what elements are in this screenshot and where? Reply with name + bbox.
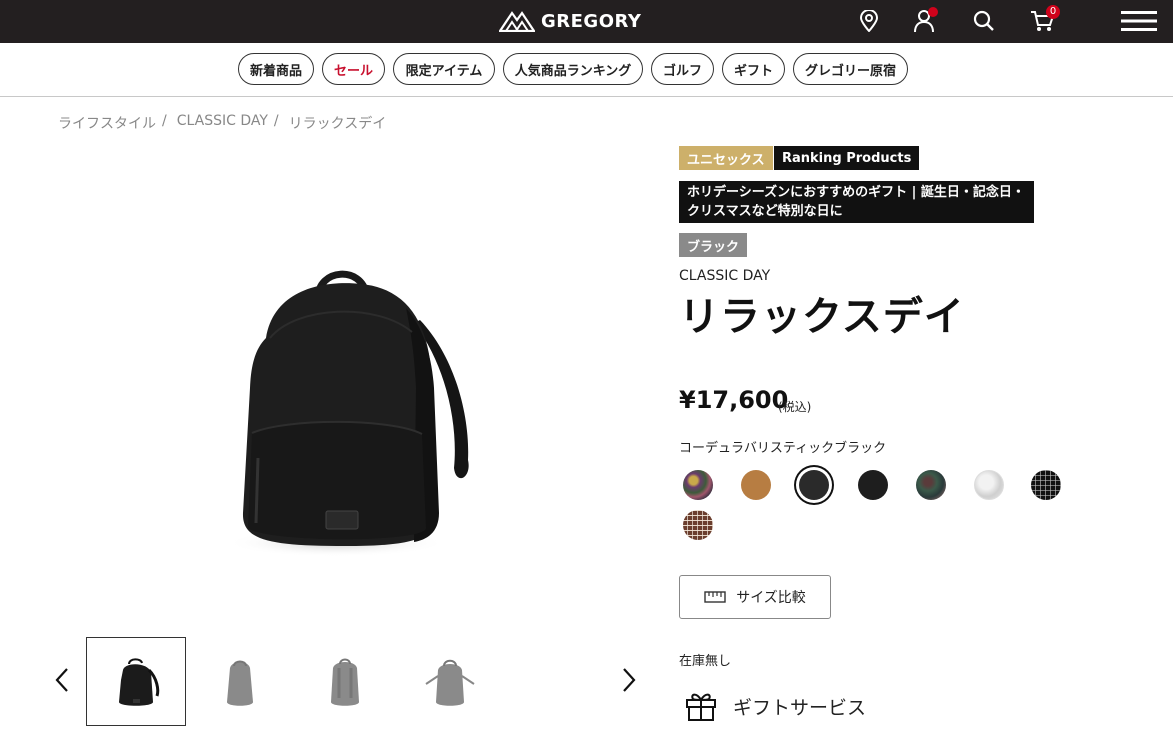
- backpack-thumbnail-angle: [425, 659, 475, 706]
- menu-button[interactable]: [1120, 5, 1158, 37]
- category-nav: 新着商品 セール 限定アイテム 人気商品ランキング ゴルフ ギフト グレゴリー原…: [0, 43, 1173, 97]
- gift-icon: [686, 693, 716, 721]
- size-compare-label: サイズ比較: [736, 590, 806, 606]
- backpack-thumbnail-back: [331, 658, 359, 706]
- category-harajuku[interactable]: グレゴリー原宿: [793, 53, 908, 85]
- site-header: GREGORY 0: [0, 0, 1173, 43]
- color-swatch-black-plaid[interactable]: [1031, 470, 1061, 500]
- category-sale[interactable]: セール: [322, 53, 385, 85]
- color-swatch-tan[interactable]: [741, 470, 771, 500]
- color-swatch-brown-plaid[interactable]: [683, 510, 713, 540]
- breadcrumb: ライフスタイル / CLASSIC DAY / リラックスデイ: [58, 113, 386, 133]
- color-swatch-light-gray[interactable]: [974, 470, 1004, 500]
- hamburger-menu-icon: [1121, 11, 1157, 31]
- color-swatch-ballistic-black[interactable]: [799, 470, 829, 500]
- thumbnail-prev-button[interactable]: [52, 664, 72, 696]
- category-ranking[interactable]: 人気商品ランキング: [503, 53, 643, 85]
- breadcrumb-separator: /: [162, 113, 167, 129]
- product-series: CLASSIC DAY: [679, 268, 771, 284]
- store-locator-button[interactable]: [853, 5, 885, 37]
- breadcrumb-lifestyle[interactable]: ライフスタイル: [58, 113, 156, 133]
- product-main-image[interactable]: [186, 228, 516, 614]
- selected-color-name: コーデュラバリスティックブラック: [679, 441, 887, 456]
- cart-button[interactable]: 0: [1026, 5, 1060, 37]
- category-limited[interactable]: 限定アイテム: [393, 53, 495, 85]
- ranking-tag[interactable]: Ranking Products: [774, 146, 920, 170]
- chevron-left-icon: [55, 668, 68, 692]
- holiday-gift-tag[interactable]: ホリデーシーズンにおすすめのギフト | 誕生日・記念日・クリスマスなど特別な日に: [679, 181, 1034, 223]
- category-new[interactable]: 新着商品: [238, 53, 314, 85]
- breadcrumb-classic-day[interactable]: CLASSIC DAY: [177, 113, 268, 133]
- thumbnail-2[interactable]: [190, 637, 290, 726]
- category-gift[interactable]: ギフト: [722, 53, 785, 85]
- unisex-tag: ユニセックス: [679, 146, 773, 170]
- size-compare-button[interactable]: サイズ比較: [679, 575, 831, 619]
- search-button[interactable]: [968, 5, 1000, 37]
- mountain-logo-icon: [499, 11, 535, 32]
- cart-count-badge: 0: [1046, 5, 1060, 19]
- thumbnail-4[interactable]: [400, 637, 500, 726]
- backpack-image: [226, 270, 469, 557]
- thumbnail-next-button[interactable]: [619, 664, 639, 696]
- breadcrumb-separator: /: [273, 113, 279, 129]
- price-tax-note: (税込): [778, 400, 812, 414]
- backpack-thumbnail-front: [119, 657, 160, 706]
- backpack-thumbnail-side: [227, 660, 253, 706]
- product-price: ¥17,600: [679, 386, 789, 414]
- breadcrumb-current: リラックスデイ: [288, 116, 387, 132]
- account-notification-dot: [928, 7, 938, 17]
- gift-service-link[interactable]: ギフトサービス: [685, 690, 866, 722]
- thumbnail-1[interactable]: [86, 637, 186, 726]
- thumbnail-3[interactable]: [295, 637, 395, 726]
- gift-service-label: ギフトサービス: [733, 696, 867, 719]
- color-tag: ブラック: [679, 233, 748, 257]
- color-swatch-camo[interactable]: [916, 470, 946, 500]
- product-title: リラックスデイ: [679, 294, 965, 340]
- location-pin-icon: [859, 10, 879, 32]
- search-icon: [973, 10, 994, 31]
- chevron-right-icon: [623, 668, 636, 692]
- color-swatch-floral[interactable]: [683, 470, 713, 500]
- brand-logo[interactable]: GREGORY: [499, 7, 641, 35]
- color-swatch-black[interactable]: [858, 470, 888, 500]
- brand-name: GREGORY: [541, 10, 642, 32]
- account-button[interactable]: [908, 5, 940, 37]
- category-golf[interactable]: ゴルフ: [651, 53, 714, 85]
- ruler-icon: [704, 591, 726, 603]
- stock-status: 在庫無し: [679, 654, 732, 669]
